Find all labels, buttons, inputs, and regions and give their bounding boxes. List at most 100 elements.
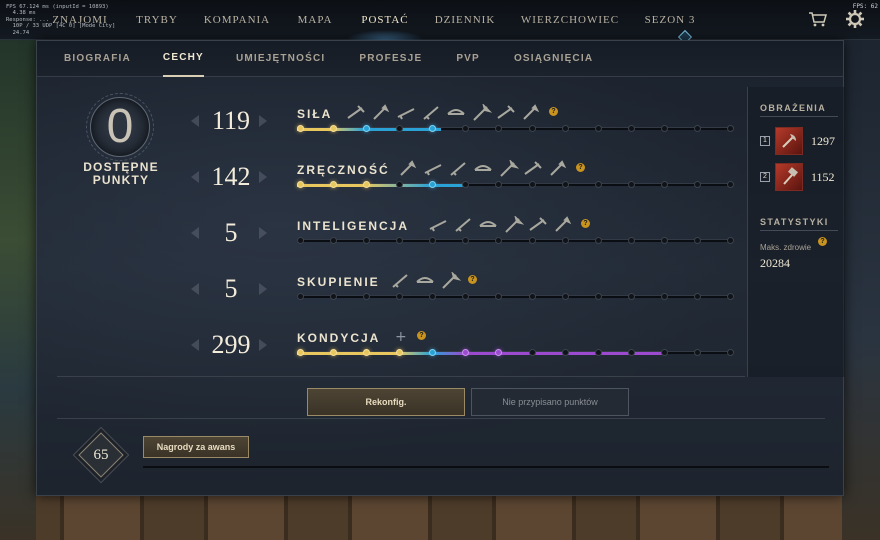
threshold-node[interactable]	[627, 293, 635, 300]
threshold-node[interactable]	[462, 237, 470, 244]
threshold-node[interactable]	[660, 181, 668, 188]
attribute-divider	[57, 376, 745, 377]
help-icon[interactable]: ?	[576, 163, 585, 172]
nav-journal[interactable]: Dziennik	[434, 0, 496, 40]
nav-map[interactable]: Mapa	[296, 0, 334, 40]
threshold-node[interactable]	[660, 293, 668, 300]
help-icon[interactable]: ?	[417, 331, 426, 340]
threshold-node[interactable]	[462, 125, 470, 132]
threshold-node[interactable]	[396, 293, 404, 300]
weapon-icon	[524, 161, 542, 175]
threshold-node[interactable]	[330, 237, 338, 244]
threshold-node[interactable]	[727, 181, 734, 188]
threshold-node[interactable]	[660, 349, 668, 356]
threshold-node[interactable]	[528, 181, 536, 188]
increase-attribute-arrow-icon[interactable]	[259, 171, 267, 183]
threshold-node[interactable]	[561, 125, 569, 132]
threshold-node[interactable]	[727, 125, 734, 132]
threshold-node[interactable]	[462, 293, 470, 300]
threshold-node[interactable]	[627, 181, 635, 188]
threshold-node[interactable]	[561, 181, 569, 188]
threshold-node[interactable]	[594, 349, 602, 356]
increase-attribute-arrow-icon[interactable]	[259, 339, 267, 351]
help-icon[interactable]: ?	[549, 107, 558, 116]
threshold-node[interactable]	[627, 349, 635, 356]
damage-value: 1152	[811, 169, 835, 184]
threshold-node[interactable]	[330, 125, 338, 132]
threshold-node[interactable]	[660, 237, 668, 244]
threshold-node[interactable]	[627, 125, 635, 132]
threshold-node[interactable]	[396, 237, 404, 244]
threshold-node[interactable]	[594, 237, 602, 244]
damage-heading-line	[760, 116, 838, 117]
nav-mount[interactable]: Wierzchowiec	[518, 0, 622, 40]
respec-button[interactable]: Rekonfig.	[307, 388, 465, 416]
help-icon[interactable]: ?	[581, 219, 590, 228]
threshold-node[interactable]	[363, 237, 371, 244]
nav-modes[interactable]: Tryby	[133, 0, 181, 40]
threshold-node[interactable]	[495, 293, 503, 300]
threshold-node[interactable]	[528, 293, 536, 300]
threshold-node[interactable]	[561, 349, 569, 356]
gear-icon[interactable]	[845, 9, 865, 29]
help-icon[interactable]: ?	[818, 237, 827, 246]
damage-row-1: 1 1297	[760, 127, 846, 155]
nav-character[interactable]: Postać	[346, 0, 424, 40]
threshold-node[interactable]	[594, 181, 602, 188]
threshold-node[interactable]	[693, 349, 701, 356]
threshold-node[interactable]	[594, 125, 602, 132]
stats-side-panel: Obrażenia 1 1297 2 1152 Statystyki Maks.…	[747, 87, 845, 377]
fps-counter: FPS: 62	[852, 3, 878, 10]
tab-attributes[interactable]: Cechy	[162, 41, 204, 77]
attribute-value: 5	[224, 218, 238, 247]
threshold-node[interactable]	[693, 125, 701, 132]
attribute-row: 119 Siła?	[37, 104, 737, 147]
threshold-node[interactable]	[462, 181, 470, 188]
increase-attribute-arrow-icon[interactable]	[259, 115, 267, 127]
increase-attribute-arrow-icon[interactable]	[259, 227, 267, 239]
threshold-node[interactable]	[495, 181, 503, 188]
threshold-node[interactable]	[297, 237, 304, 244]
unassigned-points-button[interactable]: Nie przypisano punktów	[471, 388, 629, 416]
threshold-node[interactable]	[528, 125, 536, 132]
tab-biography[interactable]: Biografia	[64, 41, 131, 77]
threshold-node[interactable]	[363, 293, 371, 300]
threshold-node[interactable]	[627, 237, 635, 244]
threshold-node[interactable]	[495, 125, 503, 132]
threshold-node[interactable]	[429, 237, 437, 244]
threshold-node[interactable]	[330, 181, 338, 188]
tab-achievements[interactable]: Osiągnięcia	[514, 41, 593, 77]
threshold-node[interactable]	[727, 293, 734, 300]
threshold-node[interactable]	[727, 237, 734, 244]
increase-attribute-arrow-icon[interactable]	[259, 283, 267, 295]
threshold-node[interactable]	[330, 349, 338, 356]
threshold-node[interactable]	[297, 349, 304, 356]
scaling-weapons	[345, 104, 542, 122]
threshold-node[interactable]	[693, 237, 701, 244]
tab-professions[interactable]: Profesje	[359, 41, 422, 77]
threshold-node[interactable]	[297, 125, 304, 132]
tab-skills[interactable]: Umiejętności	[236, 41, 325, 77]
cart-icon[interactable]	[808, 11, 828, 27]
threshold-node[interactable]	[693, 293, 701, 300]
threshold-node[interactable]	[528, 349, 536, 356]
level-rewards-button[interactable]: Nagrody za awans	[143, 436, 249, 458]
weapon-slot-number: 2	[760, 172, 770, 182]
threshold-node[interactable]	[561, 293, 569, 300]
threshold-node[interactable]	[528, 237, 536, 244]
attribute-value: 119	[211, 106, 251, 135]
threshold-node[interactable]	[594, 293, 602, 300]
threshold-node[interactable]	[297, 181, 304, 188]
threshold-node[interactable]	[495, 237, 503, 244]
nav-company[interactable]: Kompania	[204, 0, 270, 40]
threshold-node[interactable]	[330, 293, 338, 300]
debug-overlay: FPS 67.124 ms (inputId = 10893) 4.38 ms …	[6, 4, 116, 36]
threshold-node[interactable]	[297, 293, 304, 300]
tab-pvp[interactable]: PvP	[456, 41, 480, 77]
threshold-node[interactable]	[693, 181, 701, 188]
threshold-node[interactable]	[727, 349, 734, 356]
threshold-node[interactable]	[561, 237, 569, 244]
threshold-node[interactable]	[660, 125, 668, 132]
threshold-node[interactable]	[429, 293, 437, 300]
help-icon[interactable]: ?	[468, 275, 477, 284]
